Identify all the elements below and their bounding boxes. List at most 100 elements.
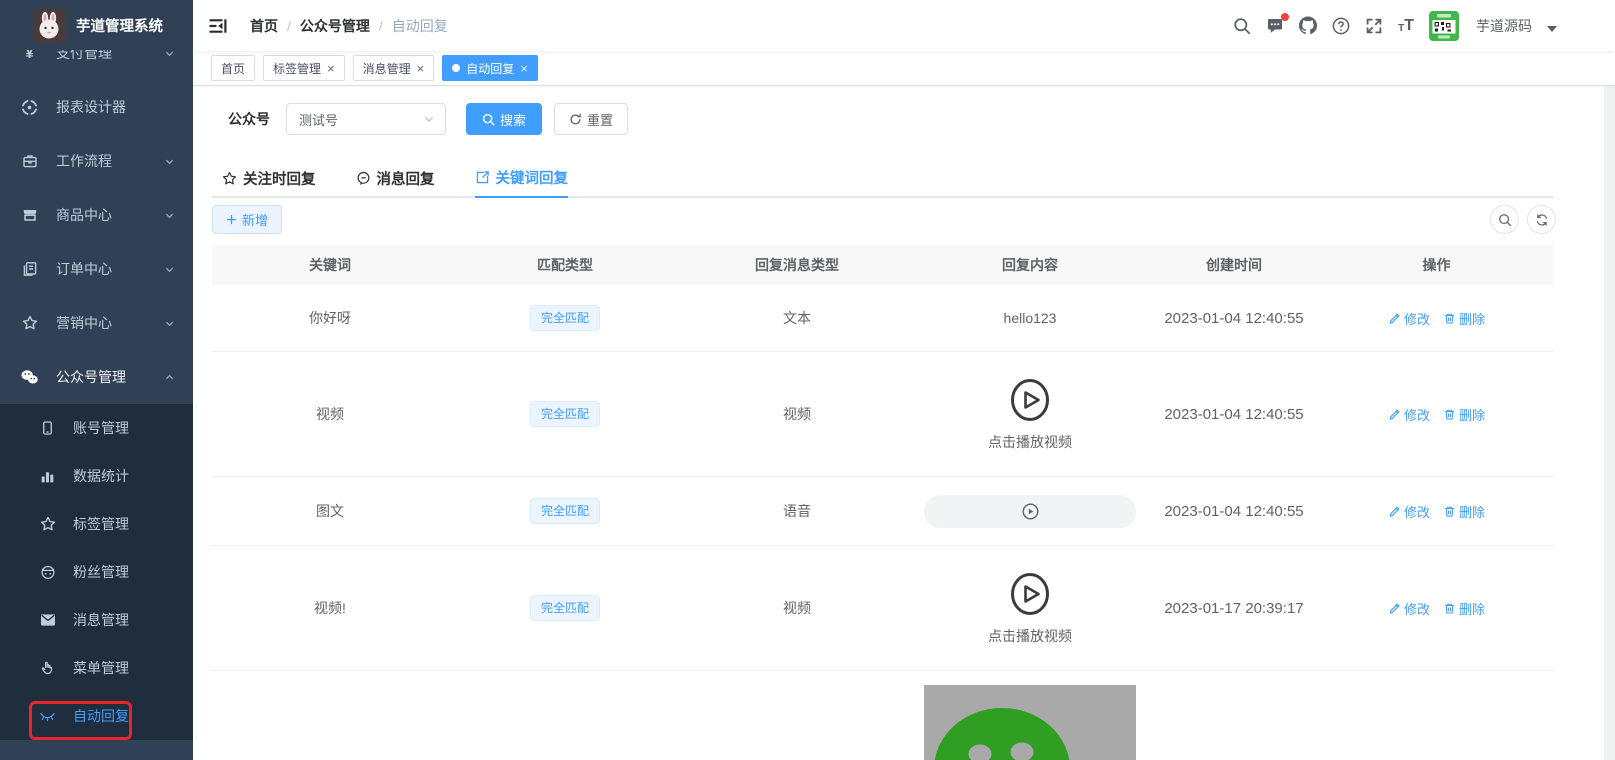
table-search-toggle-button[interactable] <box>1490 205 1519 234</box>
video-hint: 点击播放视频 <box>988 626 1072 646</box>
sidebar-item-product-center[interactable]: 商品中心 <box>0 188 193 242</box>
edit-button[interactable]: 修改 <box>1388 599 1430 618</box>
order-icon <box>21 261 38 278</box>
reply-content-cell: 点击播放视频 <box>912 546 1148 671</box>
actions-cell: 修改删除 <box>1320 285 1553 352</box>
tab-keyword-reply[interactable]: 关键词回复 <box>475 158 569 198</box>
message-icon[interactable] <box>1266 17 1284 35</box>
help-icon[interactable] <box>1332 17 1350 35</box>
main-content: 公众号 测试号 搜索 重置 关注时回复 消息回复 关键词回复 <box>193 86 1615 760</box>
breadcrumb: 首页 / 公众号管理 / 自动回复 <box>250 16 448 36</box>
caret-down-icon[interactable] <box>1547 26 1557 32</box>
close-icon[interactable]: × <box>520 62 528 75</box>
fullscreen-icon[interactable] <box>1365 17 1383 35</box>
sidebar-item-menu-mgmt[interactable]: 菜单管理 <box>0 644 193 692</box>
star-icon <box>39 516 56 533</box>
table-row: 完全匹配 <box>212 671 1553 760</box>
search-button[interactable]: 搜索 <box>466 103 542 135</box>
sidebar-item-workflow[interactable]: 工作流程 <box>0 134 193 188</box>
sidebar-submenu: 账号管理 数据统计 标签管理 粉丝管理 消息管理 菜单管理 <box>0 404 193 740</box>
username[interactable]: 芋道源码 <box>1476 16 1532 36</box>
reply-content-cell: 点击播放视频 <box>912 352 1148 477</box>
table-body: 你好呀完全匹配文本hello1232023-01-04 12:40:55修改删除… <box>212 285 1553 760</box>
tag-home[interactable]: 首页 <box>211 55 255 81</box>
actions-cell <box>1320 671 1553 760</box>
keyword-reply-table: 关键词 匹配类型 回复消息类型 回复内容 创建时间 操作 你好呀完全匹配文本he… <box>212 245 1553 760</box>
reply-content-text: hello123 <box>1004 310 1057 326</box>
tag-auto-reply[interactable]: 自动回复 × <box>442 55 538 81</box>
chevron-down-icon <box>164 210 175 221</box>
col-created-time: 创建时间 <box>1148 245 1320 285</box>
tab-follow-reply[interactable]: 关注时回复 <box>222 158 316 198</box>
video-player[interactable]: 点击播放视频 <box>913 571 1147 646</box>
delete-icon <box>1443 602 1456 615</box>
delete-button[interactable]: 删除 <box>1443 502 1485 521</box>
sidebar-item-tag-mgmt[interactable]: 标签管理 <box>0 500 193 548</box>
account-label: 公众号 <box>228 109 270 129</box>
search-icon[interactable] <box>1233 17 1251 35</box>
reply-type-cell: 语音 <box>682 477 912 546</box>
breadcrumb-wechat-mgmt[interactable]: 公众号管理 <box>300 16 370 36</box>
user-avatar[interactable] <box>1429 11 1459 41</box>
scrollbar-gutter[interactable] <box>1604 86 1615 760</box>
account-select[interactable]: 测试号 <box>286 103 446 135</box>
breadcrumb-home[interactable]: 首页 <box>250 16 278 36</box>
reply-type-cell: 视频 <box>682 546 912 671</box>
edit-icon <box>1388 602 1401 615</box>
close-icon[interactable]: × <box>417 62 425 75</box>
wechat-icon <box>21 369 38 386</box>
edit-button[interactable]: 修改 <box>1388 405 1430 424</box>
tag-tag-mgmt[interactable]: 标签管理 × <box>263 55 345 81</box>
github-icon[interactable] <box>1299 17 1317 35</box>
delete-button[interactable]: 删除 <box>1443 599 1485 618</box>
table-refresh-button[interactable] <box>1527 205 1556 234</box>
sidebar-item-data-stats[interactable]: 数据统计 <box>0 452 193 500</box>
sidebar-item-message-mgmt[interactable]: 消息管理 <box>0 596 193 644</box>
table-row: 你好呀完全匹配文本hello1232023-01-04 12:40:55修改删除 <box>212 285 1553 352</box>
col-keyword: 关键词 <box>212 245 448 285</box>
table-row: 视频完全匹配视频点击播放视频2023-01-04 12:40:55修改删除 <box>212 352 1553 477</box>
wechat-logo-image <box>924 685 1136 760</box>
edit-button[interactable]: 修改 <box>1388 502 1430 521</box>
reply-type-cell <box>682 671 912 760</box>
audio-player[interactable] <box>924 495 1136 528</box>
sidebar-item-report-designer[interactable]: 报表设计器 <box>0 80 193 134</box>
sidebar-item-fans-mgmt[interactable]: 粉丝管理 <box>0 548 193 596</box>
sidebar-item-account-mgmt[interactable]: 账号管理 <box>0 404 193 452</box>
sidebar-item-order-center[interactable]: 订单中心 <box>0 242 193 296</box>
hand-icon <box>39 660 56 677</box>
delete-icon <box>1443 408 1456 421</box>
font-size-icon[interactable]: TT <box>1398 18 1414 34</box>
reply-content-cell: hello123 <box>912 285 1148 352</box>
video-player[interactable]: 点击播放视频 <box>913 377 1147 452</box>
sidebar-item-wechat-mgmt[interactable]: 公众号管理 <box>0 350 193 404</box>
navbar: 首页 / 公众号管理 / 自动回复 TT 芋道源码 <box>193 0 1615 51</box>
wink-icon <box>39 708 56 725</box>
search-icon <box>482 113 495 126</box>
tags-view: 首页 标签管理 × 消息管理 × 自动回复 × <box>193 51 1615 86</box>
sidebar-fold-icon[interactable] <box>208 16 228 36</box>
sidebar-item-auto-reply[interactable]: 自动回复 <box>0 692 193 740</box>
delete-button[interactable]: 删除 <box>1443 309 1485 328</box>
tab-message-reply[interactable]: 消息回复 <box>356 158 435 198</box>
play-icon <box>1022 503 1039 520</box>
sidebar-item-marketing-center[interactable]: 营销中心 <box>0 296 193 350</box>
reply-type-cell: 视频 <box>682 352 912 477</box>
add-button[interactable]: 新增 <box>212 205 282 234</box>
tag-message-mgmt[interactable]: 消息管理 × <box>353 55 435 81</box>
actions-cell: 修改删除 <box>1320 352 1553 477</box>
edit-icon <box>1388 505 1401 518</box>
edit-icon <box>1388 312 1401 325</box>
app-logo[interactable]: 芋道管理系统 <box>0 0 193 50</box>
edit-button[interactable]: 修改 <box>1388 309 1430 328</box>
reset-button[interactable]: 重置 <box>554 103 628 135</box>
plus-icon <box>226 214 237 225</box>
reply-image[interactable] <box>924 685 1136 760</box>
reply-content-cell <box>912 671 1148 760</box>
close-icon[interactable]: × <box>327 62 335 75</box>
delete-button[interactable]: 删除 <box>1443 405 1485 424</box>
keyword-cell: 视频 <box>212 352 448 477</box>
col-actions: 操作 <box>1320 245 1553 285</box>
briefcase-icon <box>21 153 38 170</box>
report-designer-icon <box>21 99 38 116</box>
